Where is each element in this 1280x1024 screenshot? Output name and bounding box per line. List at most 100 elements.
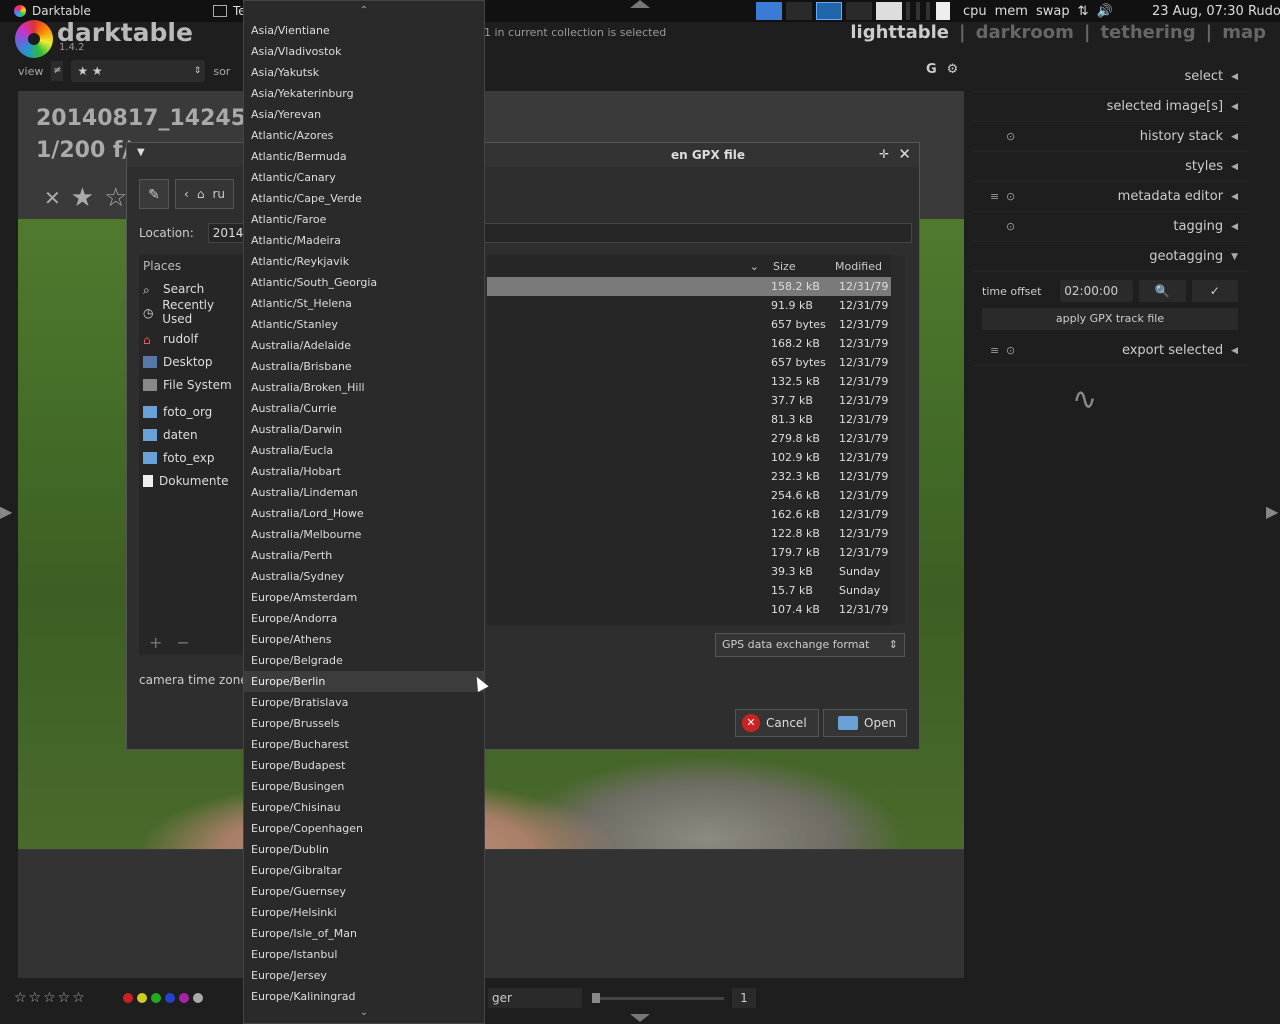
size-column-header[interactable]: Size — [769, 260, 831, 273]
timezone-option[interactable]: Australia/Brisbane — [244, 356, 484, 377]
file-row[interactable]: 39.3 kB Sunday — [487, 562, 905, 581]
modified-column-header[interactable]: Modified — [831, 260, 887, 273]
apply-gpx-button[interactable]: apply GPX track file — [982, 308, 1238, 330]
app-menu-darktable[interactable]: Darktable — [14, 4, 91, 18]
timezone-option[interactable]: Atlantic/Reykjavik — [244, 251, 484, 272]
place-home[interactable]: ⌂ rudolf — [139, 327, 243, 350]
tray-app-icon[interactable] — [756, 2, 782, 20]
sort-chevron-icon[interactable]: ⌄ — [487, 260, 769, 273]
open-button[interactable]: Open — [823, 709, 907, 737]
file-row[interactable]: 91.9 kB 12/31/79 — [487, 296, 905, 315]
timezone-option[interactable]: Asia/Vladivostok — [244, 41, 484, 62]
file-row[interactable]: 657 bytes 12/31/79 — [487, 315, 905, 334]
star-icon[interactable]: ★ — [71, 183, 94, 213]
menu-icon[interactable]: ≡ — [990, 190, 999, 203]
place-bookmark[interactable]: Dokumente — [139, 469, 243, 492]
eye-icon[interactable] — [876, 2, 902, 20]
timezone-option[interactable]: Europe/Bratislava — [244, 692, 484, 713]
file-row[interactable]: 279.8 kB 12/31/79 — [487, 429, 905, 448]
module-history-stack[interactable]: ⊙ history stack ◀ — [972, 122, 1248, 152]
module-metadata-editor[interactable]: ≡ ⊙ metadata editor ◀ — [972, 182, 1248, 212]
module-select[interactable]: select ◀ — [972, 62, 1248, 92]
module-export-selected[interactable]: ≡ ⊙ export selected ◀ — [972, 336, 1248, 366]
reject-icon[interactable]: ✕ — [44, 186, 61, 210]
top-panel-toggle-arrow[interactable] — [630, 0, 650, 8]
module-geotagging[interactable]: geotagging ▼ — [972, 242, 1248, 272]
timezone-option[interactable]: Australia/Lord_Howe — [244, 503, 484, 524]
timezone-option[interactable]: Europe/Brussels — [244, 713, 484, 734]
star-icon[interactable]: ☆ — [104, 183, 127, 213]
timezone-option[interactable]: Atlantic/Faroe — [244, 209, 484, 230]
timezone-option[interactable]: Europe/Amsterdam — [244, 587, 484, 608]
timezone-option[interactable]: Asia/Yerevan — [244, 104, 484, 125]
timezone-option[interactable]: Europe/Jersey — [244, 965, 484, 986]
view-lighttable[interactable]: lighttable — [850, 22, 949, 43]
bottom-panel-toggle-arrow[interactable] — [630, 1014, 650, 1022]
timezone-option[interactable]: Europe/Helsinki — [244, 902, 484, 923]
file-row[interactable]: 122.8 kB 12/31/79 — [487, 524, 905, 543]
timezone-option[interactable]: Europe/Busingen — [244, 776, 484, 797]
preset-icon[interactable]: ⊙ — [1006, 190, 1015, 203]
right-panel-toggle-icon[interactable]: ▶ — [1266, 502, 1278, 521]
timezone-option[interactable]: Europe/Athens — [244, 629, 484, 650]
color-label-dot[interactable] — [151, 993, 161, 1003]
color-label-dot[interactable] — [165, 993, 175, 1003]
rating-comparator[interactable]: ≠ — [51, 61, 64, 81]
path-crumb[interactable]: ‹ ⌂ ru — [175, 179, 234, 209]
left-panel-toggle-icon[interactable]: ▶ — [0, 502, 12, 521]
timezone-option[interactable]: Asia/Yekaterinburg — [244, 83, 484, 104]
timezone-option[interactable]: Atlantic/Canary — [244, 167, 484, 188]
scroll-up-chevron-icon[interactable]: ⌃ — [244, 1, 484, 21]
timezone-option[interactable]: Atlantic/South_Georgia — [244, 272, 484, 293]
edit-path-icon[interactable]: ✎ — [139, 179, 169, 209]
color-label-dot[interactable] — [193, 993, 203, 1003]
timezone-option[interactable]: Atlantic/Azores — [244, 125, 484, 146]
preset-icon[interactable]: ⊙ — [1006, 220, 1015, 233]
window-menu-icon[interactable]: ▼ — [137, 147, 145, 158]
timezone-option[interactable]: Australia/Eucla — [244, 440, 484, 461]
view-map[interactable]: map — [1222, 22, 1266, 43]
file-row[interactable]: 179.7 kB 12/31/79 — [487, 543, 905, 562]
file-row[interactable]: 37.7 kB 12/31/79 — [487, 391, 905, 410]
place-bookmark[interactable]: foto_exp — [139, 446, 243, 469]
place-desktop[interactable]: Desktop — [139, 350, 243, 373]
place-bookmark[interactable]: foto_org — [139, 400, 243, 423]
file-row[interactable]: 102.9 kB 12/31/79 — [487, 448, 905, 467]
color-label-dot[interactable] — [137, 993, 147, 1003]
apply-offset-check-icon[interactable]: ✓ — [1191, 280, 1238, 302]
add-place-icon[interactable]: + — [149, 633, 162, 652]
module-selected-images[interactable]: selected image[s] ◀ — [972, 92, 1248, 122]
place-recently-used[interactable]: ◷ Recently Used — [139, 298, 243, 326]
workspace-2[interactable] — [816, 2, 842, 20]
file-list-scrollbar[interactable] — [891, 255, 905, 625]
slider-knob[interactable] — [592, 993, 600, 1003]
timezone-option[interactable]: Europe/Dublin — [244, 839, 484, 860]
back-chevron-icon[interactable]: ‹ — [184, 187, 189, 201]
workspace-1[interactable] — [786, 2, 812, 20]
color-label-dot[interactable] — [123, 993, 133, 1003]
timezone-option[interactable]: Europe/Bucharest — [244, 734, 484, 755]
timezone-option[interactable]: Australia/Currie — [244, 398, 484, 419]
timezone-option[interactable]: Atlantic/Bermuda — [244, 146, 484, 167]
timezone-option[interactable]: Australia/Darwin — [244, 419, 484, 440]
timezone-option[interactable]: Europe/Istanbul — [244, 944, 484, 965]
file-row[interactable]: 168.2 kB 12/31/79 — [487, 334, 905, 353]
layout-select[interactable]: ger — [488, 988, 582, 1008]
file-row[interactable]: 162.6 kB 12/31/79 — [487, 505, 905, 524]
timezone-option[interactable]: Asia/Vientiane — [244, 20, 484, 41]
timezone-option[interactable]: Europe/Andorra — [244, 608, 484, 629]
volume-icon[interactable]: 🔊 — [1097, 4, 1113, 19]
timezone-option[interactable]: Europe/Gibraltar — [244, 860, 484, 881]
grouping-toggle[interactable]: G — [926, 62, 937, 77]
module-styles[interactable]: styles ◀ — [972, 152, 1248, 182]
timezone-option[interactable]: Atlantic/Madeira — [244, 230, 484, 251]
timezone-option[interactable]: Australia/Broken_Hill — [244, 377, 484, 398]
timezone-option[interactable]: Atlantic/Stanley — [244, 314, 484, 335]
preset-icon[interactable]: ⊙ — [1006, 344, 1015, 357]
close-icon[interactable]: ✕ — [898, 145, 911, 163]
timezone-option[interactable]: Atlantic/Cape_Verde — [244, 188, 484, 209]
timezone-option[interactable]: Europe/Berlin — [244, 671, 484, 692]
scroll-down-chevron-icon[interactable]: ⌄ — [244, 1003, 484, 1023]
place-bookmark[interactable]: daten — [139, 423, 243, 446]
preset-icon[interactable]: ⊙ — [1006, 130, 1015, 143]
